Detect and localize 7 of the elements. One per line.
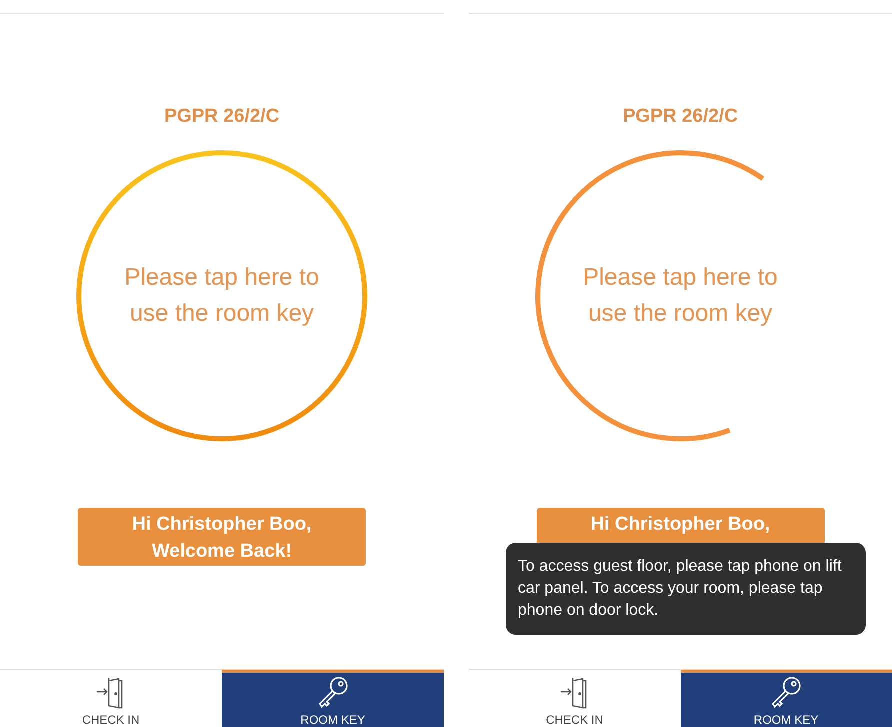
room-number: PGPR 26/2/C	[622, 106, 738, 128]
room-number: PGPR 26/2/C	[164, 106, 280, 128]
welcome-text: Hi Christopher Boo,	[132, 513, 312, 537]
toast-message: To access guest floor, please tap phone on lift car panel. To access your room, please tap phone on door lock.	[506, 543, 866, 635]
welcome-text: Welcome Back!	[152, 540, 292, 564]
welcome-text: Hi Christopher Boo,	[590, 513, 770, 537]
tab[interactable]: ROOM KEY	[222, 670, 444, 727]
